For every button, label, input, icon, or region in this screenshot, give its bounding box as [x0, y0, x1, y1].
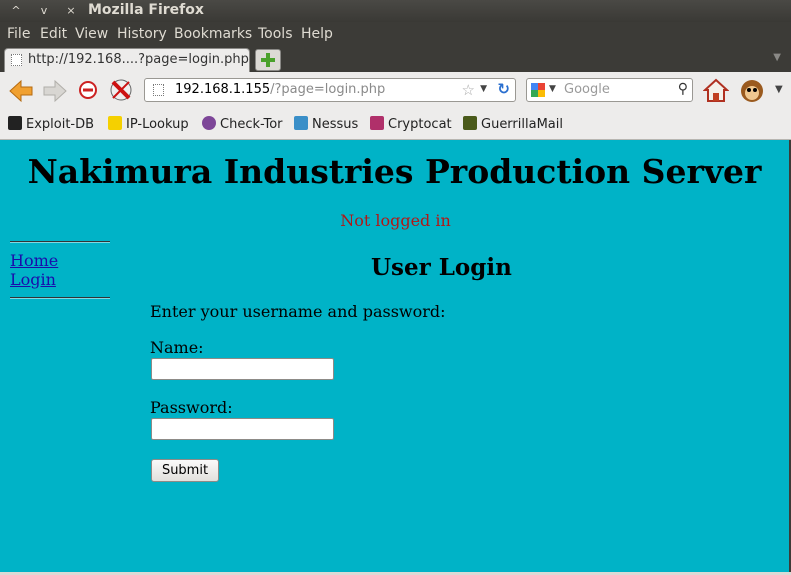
noscript-icon[interactable] — [108, 77, 134, 103]
submit-button[interactable]: Submit — [151, 459, 219, 482]
address-bar[interactable]: 192.168.1.155/?page=login.php ☆ ▼ ↻ — [144, 78, 516, 102]
menu-help[interactable]: Help — [301, 26, 333, 42]
name-input[interactable] — [151, 358, 334, 380]
minimize-icon[interactable]: ^ — [8, 3, 24, 19]
bookmark-exploit-db[interactable]: Exploit-DB — [8, 116, 94, 132]
url-text[interactable]: 192.168.1.155/?page=login.php — [175, 82, 385, 97]
toolbar-overflow-icon[interactable]: ▼ — [775, 84, 783, 95]
site-title: Nakimura Industries Production Server — [27, 152, 762, 191]
window-titlebar: ^ v × Mozilla Firefox — [0, 0, 791, 22]
home-icon[interactable] — [703, 78, 729, 104]
maximize-icon[interactable]: v — [36, 3, 52, 19]
bookmark-guerrillamail[interactable]: GuerrillaMail — [463, 116, 563, 132]
bookmark-cryptocat[interactable]: Cryptocat — [370, 116, 452, 132]
tab-title: http://192.168....?page=login.php — [28, 52, 249, 67]
tab-strip: http://192.168....?page=login.php ▼ — [0, 46, 791, 72]
menu-bar: File Edit View History Bookmarks Tools H… — [0, 22, 791, 46]
nav-link-home[interactable]: Home — [10, 251, 58, 270]
login-prompt: Enter your username and password: — [150, 302, 446, 321]
menu-file[interactable]: File — [7, 26, 30, 42]
search-input[interactable]: Google — [564, 82, 610, 97]
menu-bookmarks[interactable]: Bookmarks — [174, 26, 252, 42]
page-content: Nakimura Industries Production Server No… — [0, 140, 789, 572]
navigation-toolbar: 192.168.1.155/?page=login.php ☆ ▼ ↻ ▼ Go… — [0, 72, 791, 110]
bookmark-check-tor[interactable]: Check-Tor — [202, 116, 283, 132]
page-favicon-icon — [11, 54, 22, 66]
search-icon[interactable]: ⚲ — [678, 81, 688, 97]
reload-icon[interactable]: ↻ — [497, 80, 510, 98]
bookmark-ip-lookup[interactable]: IP-Lookup — [108, 116, 189, 132]
url-history-dropdown-icon[interactable]: ▼ — [480, 84, 487, 94]
password-label: Password: — [150, 398, 233, 417]
ip-lookup-icon — [108, 116, 122, 130]
bookmark-nessus[interactable]: Nessus — [294, 116, 358, 132]
stop-icon[interactable] — [78, 80, 98, 100]
name-label: Name: — [150, 338, 204, 357]
site-identity-icon[interactable] — [153, 84, 164, 96]
password-input[interactable] — [151, 418, 334, 440]
exploit-db-icon — [8, 116, 22, 130]
menu-history[interactable]: History — [117, 26, 167, 42]
cryptocat-icon — [370, 116, 384, 130]
window-title: Mozilla Firefox — [88, 2, 204, 18]
tor-onion-icon — [202, 116, 216, 130]
google-icon[interactable] — [531, 83, 545, 97]
back-arrow-icon[interactable] — [8, 78, 34, 104]
search-bar[interactable]: ▼ Google ⚲ — [526, 78, 693, 102]
bookmarks-toolbar: Exploit-DB IP-Lookup Check-Tor Nessus Cr… — [0, 110, 791, 140]
new-tab-button[interactable] — [255, 49, 281, 71]
menu-view[interactable]: View — [75, 26, 108, 42]
guerrillamail-icon — [463, 116, 477, 130]
nav-divider-bottom — [10, 297, 110, 299]
login-heading: User Login — [371, 254, 512, 281]
nav-link-login[interactable]: Login — [10, 270, 56, 289]
menu-tools[interactable]: Tools — [258, 26, 293, 42]
login-status: Not logged in — [340, 211, 451, 230]
tab-login[interactable]: http://192.168....?page=login.php — [4, 48, 250, 72]
close-icon[interactable]: × — [63, 3, 79, 19]
greasemonkey-icon[interactable] — [738, 77, 766, 105]
menu-edit[interactable]: Edit — [40, 26, 67, 42]
nav-divider-top — [10, 241, 110, 243]
nessus-icon — [294, 116, 308, 130]
star-icon[interactable]: ☆ — [462, 81, 475, 99]
tab-list-icon[interactable]: ▼ — [773, 52, 781, 63]
forward-arrow-icon — [43, 79, 67, 103]
search-engine-dropdown-icon[interactable]: ▼ — [549, 84, 556, 94]
